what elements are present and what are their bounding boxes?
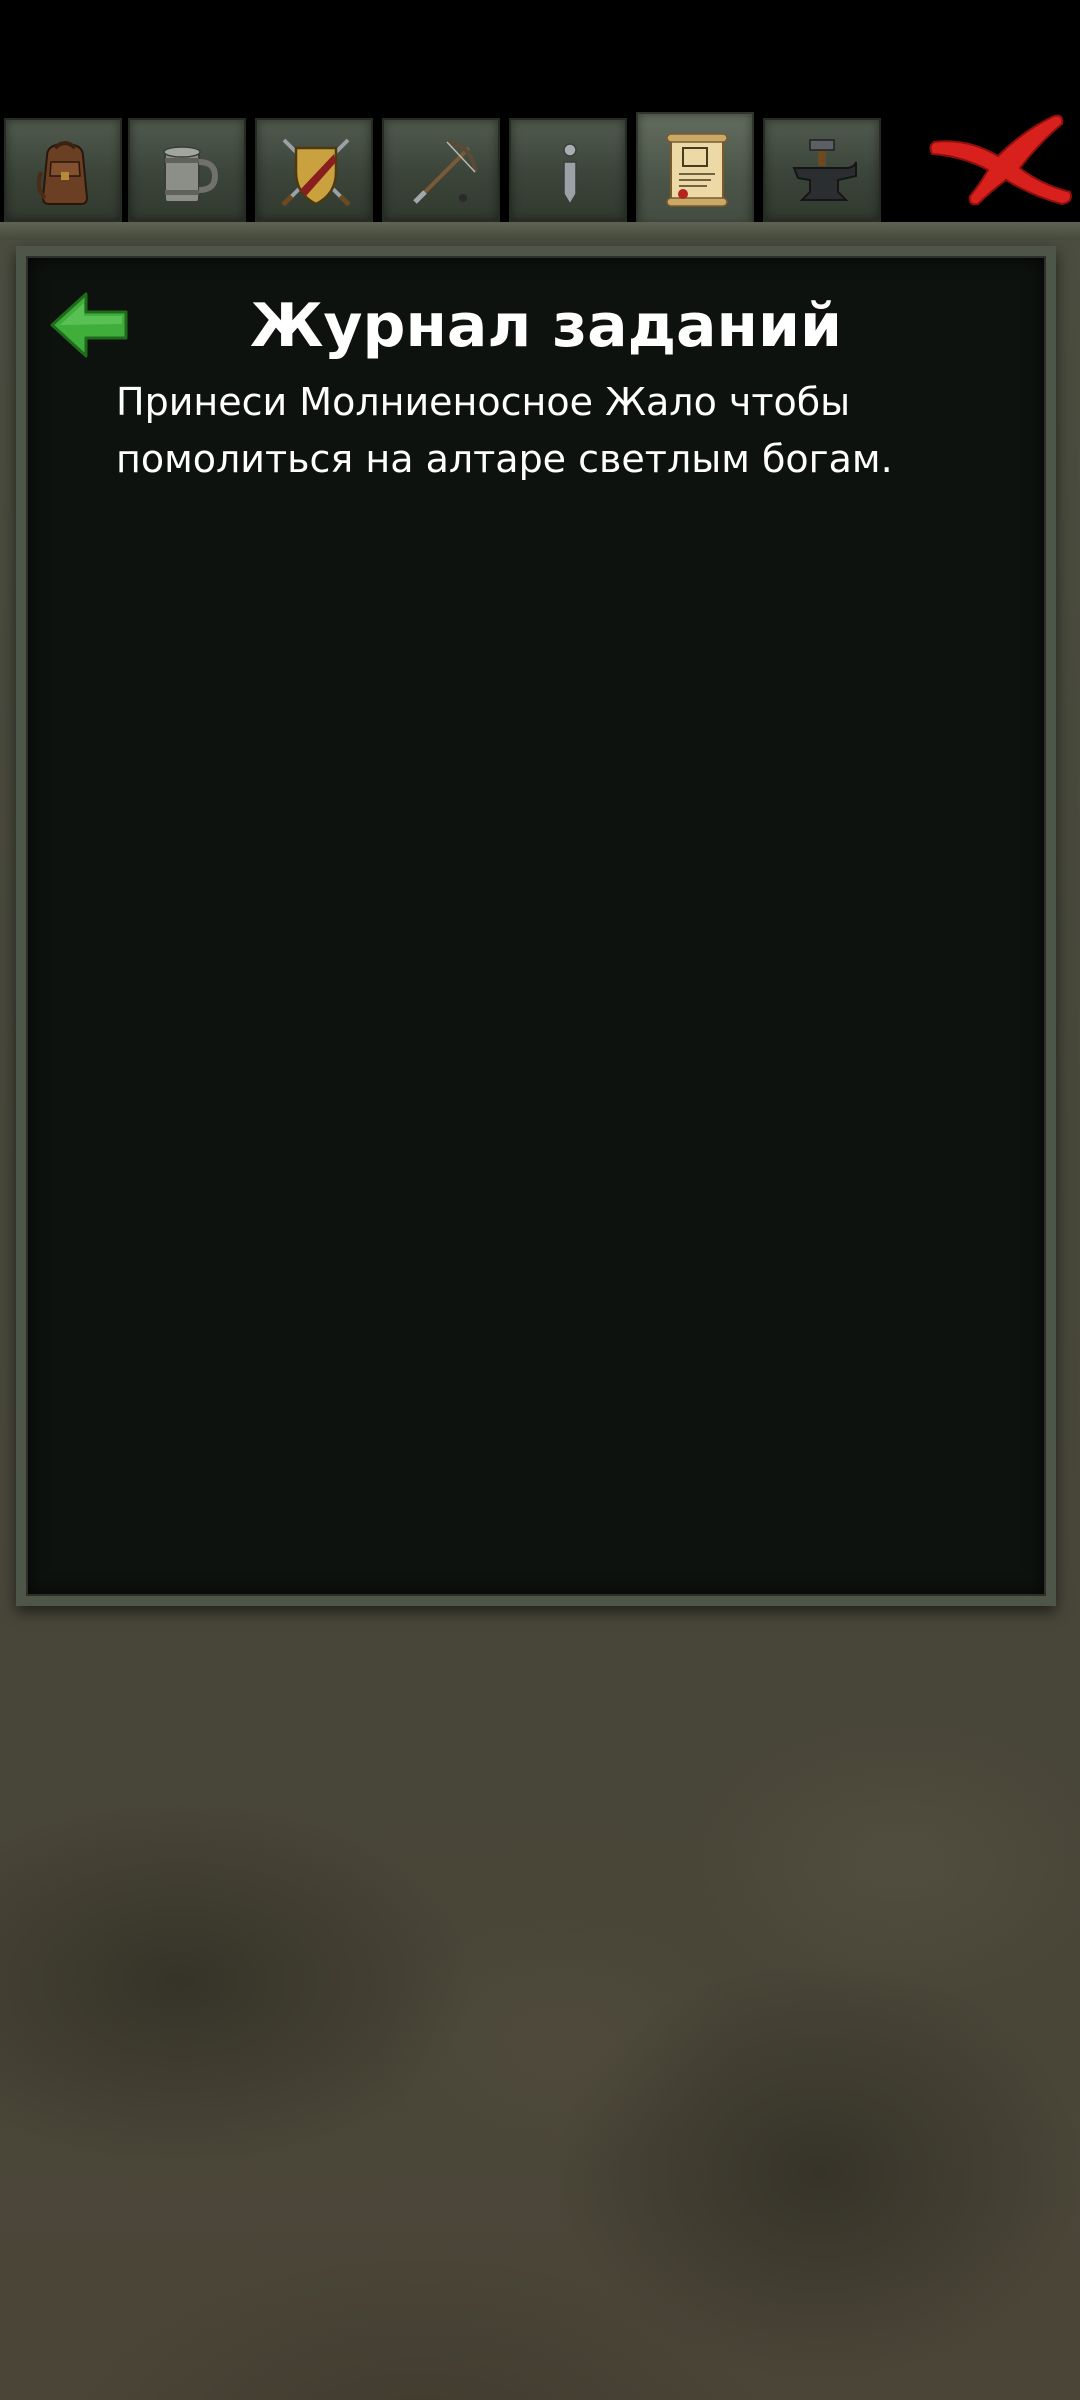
scroll-icon bbox=[666, 133, 728, 207]
close-button[interactable] bbox=[928, 108, 1074, 208]
crossbow-icon bbox=[413, 140, 477, 204]
stone-frame-edge bbox=[0, 222, 1080, 240]
tab-crafting[interactable] bbox=[763, 118, 881, 222]
tab-info[interactable] bbox=[509, 118, 627, 222]
backpack-icon bbox=[36, 141, 89, 205]
tab-bar bbox=[0, 112, 1080, 228]
quest-journal-panel: Журнал заданий Принеси Молниеносное Жало… bbox=[16, 246, 1056, 1606]
tab-quests[interactable] bbox=[636, 112, 754, 228]
close-icon bbox=[929, 114, 1072, 206]
info-icon bbox=[563, 143, 577, 206]
tab-skills[interactable] bbox=[382, 118, 500, 222]
tab-backpack[interactable] bbox=[4, 118, 122, 222]
tab-equipment[interactable] bbox=[255, 118, 373, 222]
quest-description: Принеси Молниеносное Жало чтобы помолить… bbox=[116, 380, 893, 481]
tankard-icon bbox=[163, 146, 219, 203]
status-bar-area bbox=[0, 0, 1080, 112]
tab-tavern[interactable] bbox=[128, 118, 246, 222]
anvil-icon bbox=[792, 139, 857, 201]
shield-swords-icon bbox=[281, 138, 351, 207]
quest-journal-content: Журнал заданий Принеси Молниеносное Жало… bbox=[26, 256, 1046, 1596]
journal-title: Журнал заданий bbox=[249, 291, 843, 361]
